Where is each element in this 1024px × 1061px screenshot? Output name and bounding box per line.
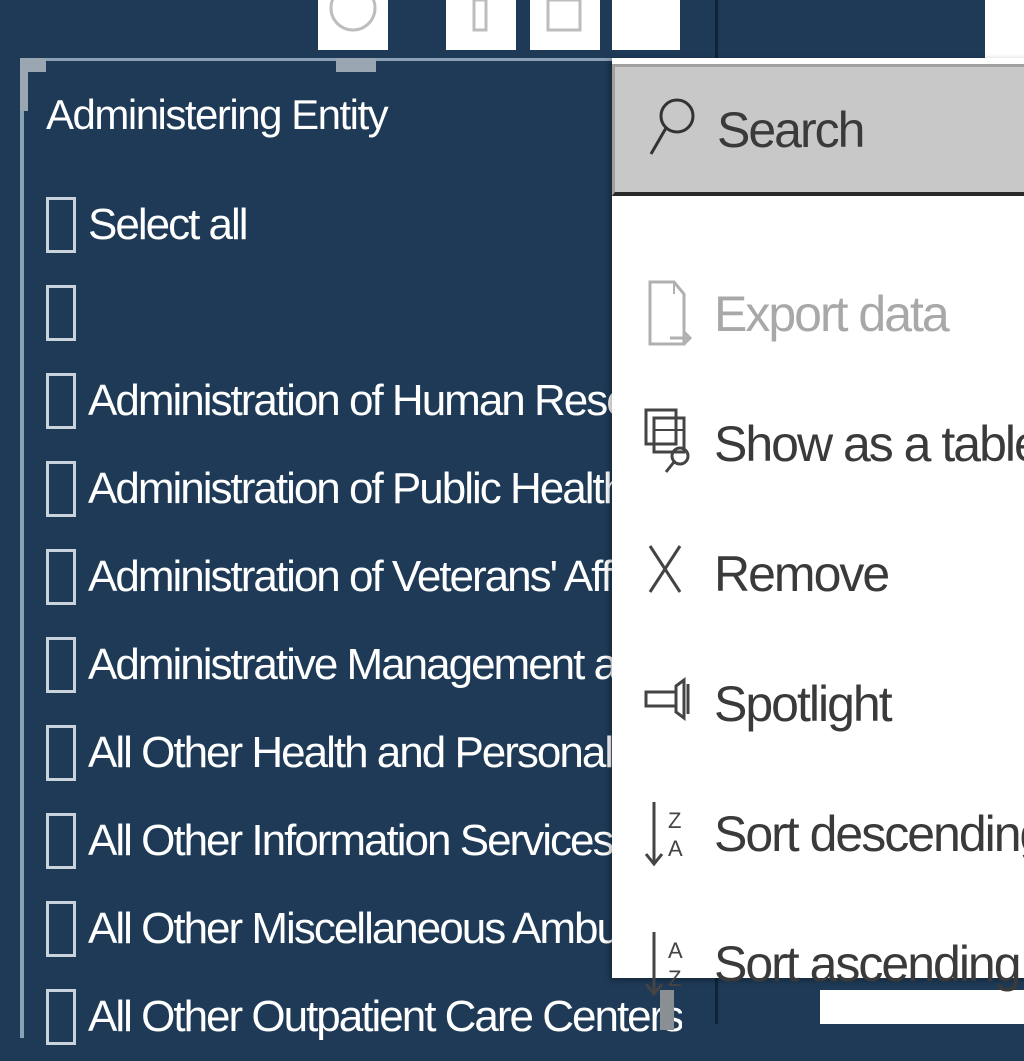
menu-item-export-data: Export data [612, 254, 1024, 374]
remove-icon [640, 534, 696, 614]
more-options-button[interactable] [612, 0, 680, 50]
item-label: All Other Miscellaneous Ambulatory [88, 904, 686, 953]
more-options-icon [612, 0, 680, 50]
spotlight-icon [640, 664, 696, 744]
canvas-edge [985, 0, 1024, 60]
svg-text:A: A [668, 938, 683, 963]
slicer-list: Select all Administration of Human Resour… [46, 181, 686, 1061]
context-menu: Search Export data Show as a table Remove Sp… [612, 58, 1024, 997]
svg-text:Z: Z [668, 808, 681, 833]
select-all-item[interactable]: Select all [46, 181, 686, 269]
slicer-list-item[interactable]: All Other Information Services [46, 797, 686, 885]
item-checkbox[interactable] [46, 989, 76, 1045]
filter-icon [472, 0, 488, 32]
menu-item-label: Sort descending [714, 806, 1024, 862]
item-label: Select all [88, 200, 247, 249]
item-label: All Other Outpatient Care Centers [88, 992, 683, 1041]
show-as-table-icon [640, 404, 696, 484]
search-icon [643, 90, 699, 170]
item-checkbox[interactable] [46, 285, 76, 341]
sort-descending-icon: ZA [640, 794, 696, 874]
item-checkbox[interactable] [46, 373, 76, 429]
item-label: All Other Health and Personal Care [88, 728, 686, 777]
slicer-list-item[interactable]: Administration of Public Health Programs [46, 445, 686, 533]
item-label: Administrative Management and General [88, 640, 686, 689]
slicer-list-item[interactable]: All Other Outpatient Care Centers [46, 973, 686, 1061]
menu-item-remove[interactable]: Remove [612, 514, 1024, 634]
slicer-list-item[interactable]: All Other Miscellaneous Ambulatory [46, 885, 686, 973]
menu-item-label: Export data [714, 286, 950, 342]
slicer-visual[interactable]: Administering Entity Select all Administr… [20, 58, 688, 1045]
item-label: Administration of Public Health Programs [88, 464, 686, 513]
pin-visual-button[interactable] [318, 0, 388, 50]
item-label: All Other Information Services [88, 816, 613, 865]
sort-ascending-icon: AZ [640, 924, 696, 1004]
resize-handle-top[interactable] [336, 58, 376, 72]
pin-icon [329, 0, 377, 32]
slicer-list-item[interactable]: All Other Health and Personal Care [46, 709, 686, 797]
resize-handle-left[interactable] [20, 61, 28, 111]
menu-item-label: Sort ascending [714, 936, 1022, 992]
menu-item-label: Spotlight [714, 676, 893, 732]
item-checkbox[interactable] [46, 549, 76, 605]
menu-item-sort-descending[interactable]: Z A Sort descending [612, 774, 1024, 894]
slicer-title: Administering Entity [46, 91, 389, 138]
menu-item-search[interactable]: Search [612, 64, 1024, 196]
svg-text:A: A [668, 836, 683, 861]
slicer-list-item[interactable]: Administration of Human Resources [46, 357, 686, 445]
focus-mode-icon [546, 0, 582, 32]
focus-mode-button[interactable] [530, 0, 600, 50]
item-label: Administration of Veterans' Affairs [88, 552, 674, 601]
export-data-icon [640, 274, 696, 354]
item-checkbox[interactable] [46, 901, 76, 957]
filter-button[interactable] [446, 0, 516, 50]
item-checkbox[interactable] [46, 461, 76, 517]
menu-item-label: Search [717, 101, 865, 158]
item-label: Administration of Human Resources [88, 376, 686, 425]
menu-item-show-as-a-table[interactable]: Show as a table [612, 384, 1024, 504]
item-checkbox[interactable] [46, 813, 76, 869]
menu-item-spotlight[interactable]: Spotlight [612, 644, 1024, 764]
svg-text:Z: Z [668, 966, 681, 991]
slicer-list-item[interactable]: Administration of Veterans' Affairs [46, 533, 686, 621]
item-checkbox[interactable] [46, 725, 76, 781]
slicer-list-item[interactable]: Administrative Management and General [46, 621, 686, 709]
menu-item-label: Remove [714, 546, 890, 602]
item-checkbox[interactable] [46, 637, 76, 693]
select-all-checkbox[interactable] [46, 197, 76, 253]
menu-item-label: Show as a table [714, 416, 1024, 472]
menu-item-sort-ascending[interactable]: A Z Sort ascending [612, 904, 1024, 1024]
visual-header-toolbar [318, 0, 688, 50]
slicer-list-item[interactable] [46, 269, 686, 357]
